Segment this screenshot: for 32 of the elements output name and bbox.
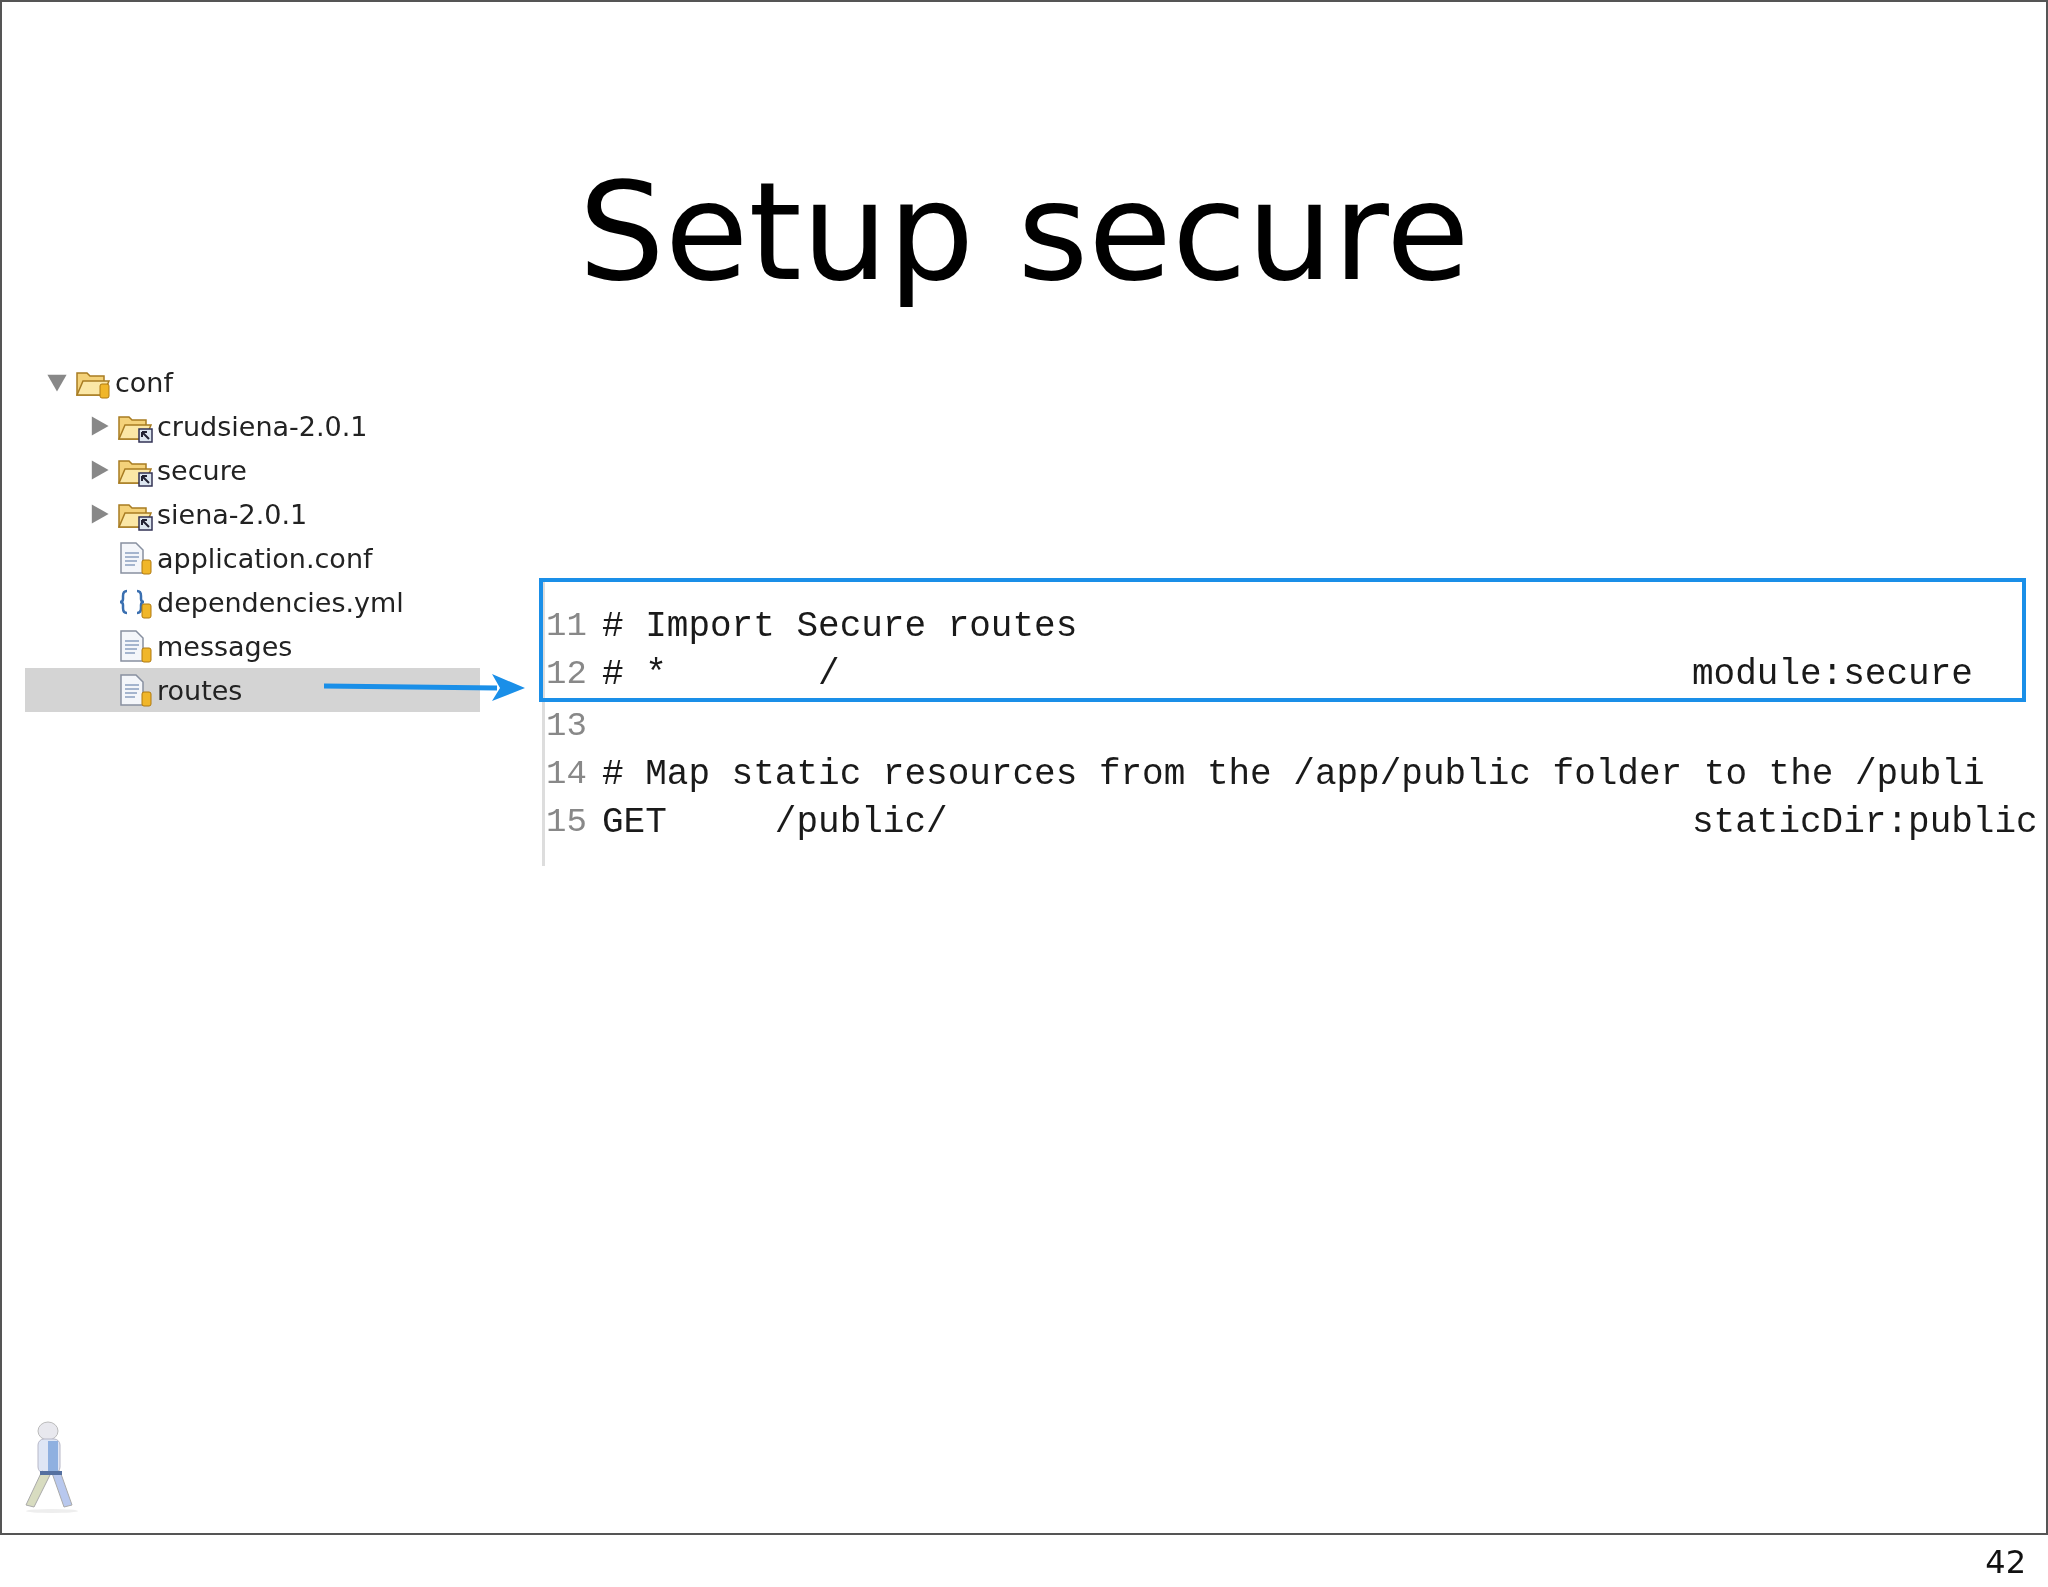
line-number: 15 bbox=[546, 803, 588, 841]
tree-item-label: application.conf bbox=[157, 542, 373, 574]
code-text: module:secure bbox=[1692, 653, 1974, 695]
tree-item[interactable]: application.conf bbox=[25, 536, 480, 580]
line-number: 14 bbox=[546, 755, 588, 793]
tree-item[interactable]: routes bbox=[25, 668, 480, 712]
tree-item[interactable]: secure bbox=[25, 448, 480, 492]
tree-item-label: conf bbox=[115, 366, 173, 398]
tree-item-label: dependencies.yml bbox=[157, 586, 404, 618]
code-text: # * / bbox=[602, 653, 841, 695]
code-text: GET /public/ bbox=[602, 801, 949, 843]
tree-item[interactable]: siena-2.0.1 bbox=[25, 492, 480, 536]
file-icon bbox=[117, 629, 153, 663]
tree-item-label: messages bbox=[157, 630, 293, 662]
tree-item[interactable]: messages bbox=[25, 624, 480, 668]
line-number: 13 bbox=[546, 707, 588, 745]
tree-item-label: siena-2.0.1 bbox=[157, 498, 308, 530]
code-text: # Map static resources from the /app/public folder to the /publi bbox=[602, 753, 1986, 795]
tree-item[interactable]: dependencies.yml bbox=[25, 580, 480, 624]
line-number: 12 bbox=[546, 655, 588, 693]
file-icon bbox=[117, 673, 153, 707]
page-number: 42 bbox=[1984, 1543, 2026, 1581]
line-number: 11 bbox=[546, 607, 588, 645]
code-text: # Import Secure routes bbox=[602, 605, 1079, 647]
tree-item[interactable]: conf bbox=[25, 360, 480, 404]
tree-item-label: secure bbox=[157, 454, 247, 486]
slide-title: Setup secure bbox=[578, 152, 1470, 312]
tree-item-label: crudsiena-2.0.1 bbox=[157, 410, 368, 442]
tree-item-label: routes bbox=[157, 674, 243, 706]
file-icon bbox=[117, 541, 153, 575]
code-text: staticDir:public bbox=[1692, 801, 2039, 843]
tree-item[interactable]: crudsiena-2.0.1 bbox=[25, 404, 480, 448]
